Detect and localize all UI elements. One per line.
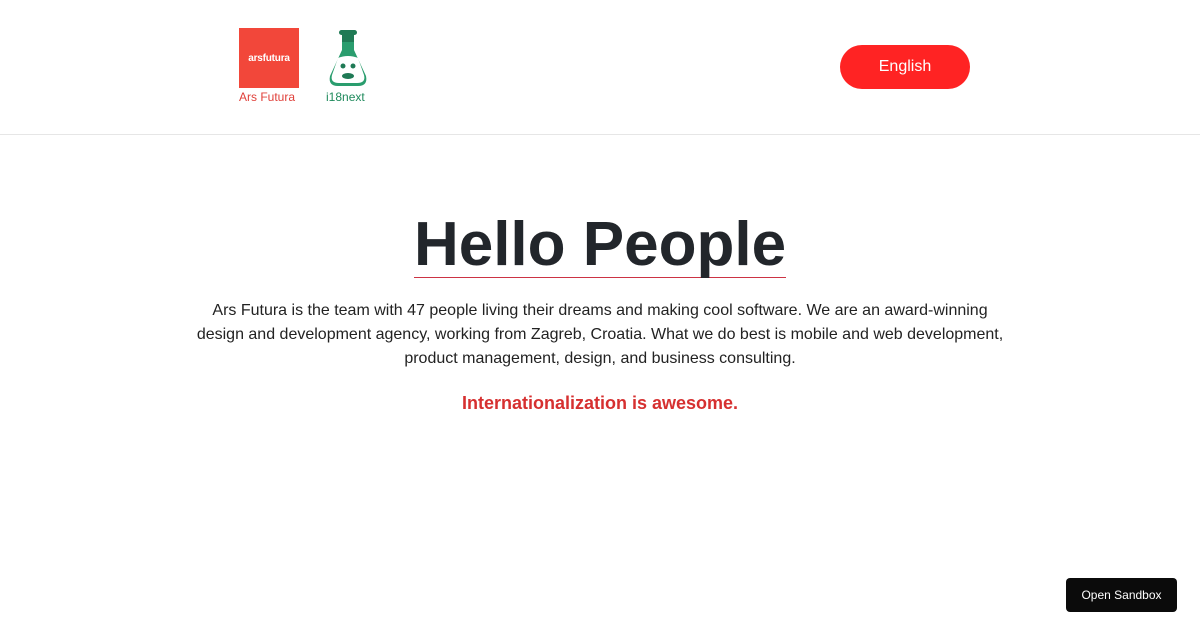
ars-futura-logo-link[interactable]: arsfutura Ars Futura	[239, 28, 299, 104]
page-title: Hello People	[413, 210, 787, 279]
open-sandbox-button[interactable]: Open Sandbox	[1066, 578, 1177, 612]
ars-futura-logo: arsfutura	[239, 28, 299, 88]
title-wrapper: Hello People	[0, 213, 1200, 278]
tagline-text: Internationalization is awesome.	[461, 393, 739, 413]
description-text: Ars Futura is the team with 47 people li…	[196, 302, 1004, 367]
site-header: arsfutura Ars Futura i18next English	[0, 0, 1200, 135]
ars-futura-logo-text: arsfutura	[248, 52, 290, 64]
i18next-flask-icon	[329, 30, 367, 86]
main-content: Hello People Ars Futura is the team with…	[0, 135, 1200, 414]
ars-futura-caption: Ars Futura	[239, 90, 296, 104]
i18next-logo-link[interactable]: i18next	[326, 28, 370, 104]
language-button[interactable]: English	[840, 45, 970, 89]
i18next-caption: i18next	[326, 90, 365, 104]
